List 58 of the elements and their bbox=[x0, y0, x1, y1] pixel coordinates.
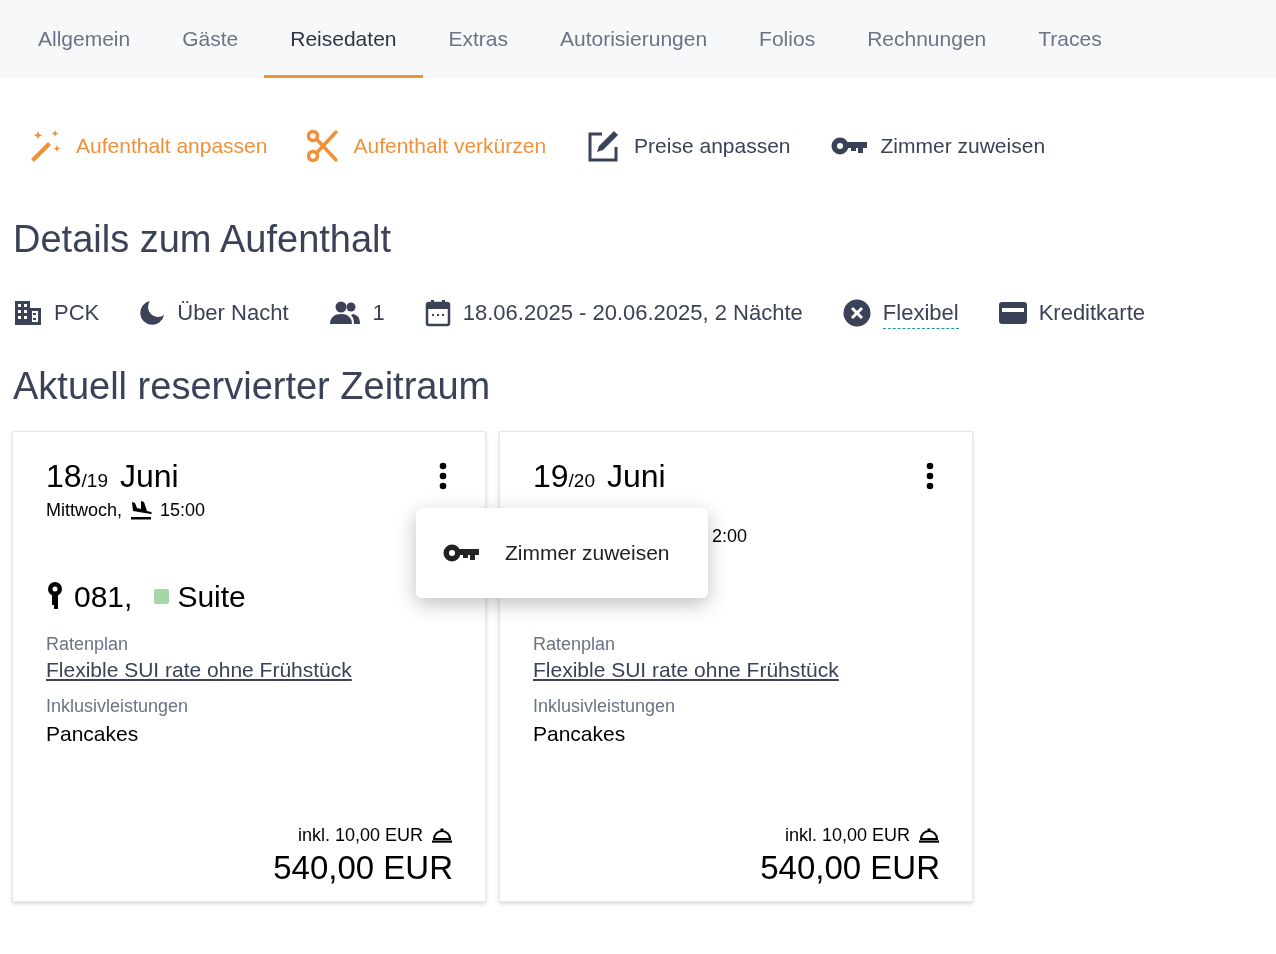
included-amount: inkl. 10,00 EUR bbox=[297, 824, 423, 847]
inclusive-service: Pancakes bbox=[46, 721, 140, 747]
cancel-icon bbox=[842, 299, 871, 327]
rate-plan-link[interactable]: Flexible SUI rate ohne Frühstück bbox=[46, 656, 352, 684]
room-key-icon bbox=[46, 581, 64, 611]
moon-icon bbox=[139, 300, 166, 326]
arrival-time: 15:00 bbox=[160, 498, 206, 522]
weekday-text: Mittwoch, bbox=[46, 498, 123, 522]
room-type: Suite bbox=[177, 578, 246, 615]
tab[interactable]: Autorisierungen bbox=[534, 0, 734, 78]
key-icon bbox=[443, 543, 479, 563]
cloche-icon bbox=[431, 827, 453, 844]
included-amount: inkl. 10,00 EUR bbox=[784, 824, 910, 847]
room-number: 081, bbox=[74, 578, 133, 615]
detail-text: Flexibel bbox=[882, 297, 959, 329]
month-name: Juni bbox=[120, 457, 179, 496]
detail-text: Kreditkarte bbox=[1038, 299, 1146, 327]
next-day-number: /19 bbox=[81, 470, 108, 493]
cloche-icon bbox=[918, 827, 940, 844]
section-heading: Aktuell reservierter Zeitraum bbox=[13, 364, 492, 409]
inclusive-service: Pancakes bbox=[533, 721, 627, 747]
detail-text: 1 bbox=[372, 299, 385, 327]
detail-text: Über Nacht bbox=[177, 299, 289, 327]
scissors-icon bbox=[307, 129, 340, 163]
action-button[interactable]: Preise anpassen bbox=[586, 129, 791, 163]
calendar-icon bbox=[424, 299, 451, 327]
menu-item[interactable]: Zimmer zuweisen bbox=[416, 529, 708, 577]
next-day-number: /20 bbox=[568, 470, 595, 493]
tab[interactable]: Allgemein bbox=[12, 0, 157, 78]
action-button[interactable]: Aufenthalt verkürzen bbox=[307, 129, 547, 163]
key-icon bbox=[830, 136, 867, 156]
arrival-time: 2:00 bbox=[712, 524, 748, 548]
field-label: Inklusivleistungen bbox=[46, 695, 190, 718]
day-number: 18 bbox=[46, 457, 82, 496]
total-price: 540,00 EUR bbox=[760, 849, 940, 887]
field-label: Ratenplan bbox=[46, 633, 130, 656]
people-icon bbox=[328, 301, 361, 325]
building-icon bbox=[14, 300, 42, 326]
tab[interactable]: Traces bbox=[1012, 0, 1128, 78]
field-label: Ratenplan bbox=[533, 633, 617, 656]
tab[interactable]: Reisedaten bbox=[264, 0, 423, 78]
rate-plan-link[interactable]: Flexible SUI rate ohne Frühstück bbox=[533, 656, 839, 684]
credit-card-icon bbox=[998, 302, 1027, 324]
section-heading: Details zum Aufenthalt bbox=[13, 217, 393, 262]
tab[interactable]: Rechnungen bbox=[841, 0, 1013, 78]
detail-text: 18.06.2025 - 20.06.2025, 2 Nächte bbox=[462, 299, 803, 327]
field-label: Inklusivleistungen bbox=[533, 695, 677, 718]
total-price: 540,00 EUR bbox=[273, 849, 453, 887]
arrival-icon bbox=[130, 500, 153, 520]
day-number: 19 bbox=[533, 457, 569, 496]
action-button[interactable]: Zimmer zuweisen bbox=[830, 130, 1046, 162]
edit-icon bbox=[586, 129, 621, 163]
tab[interactable]: Gäste bbox=[156, 0, 265, 78]
month-name: Juni bbox=[607, 457, 666, 496]
tab[interactable]: Extras bbox=[422, 0, 534, 78]
detail-text: PCK bbox=[54, 299, 100, 327]
tab[interactable]: Folios bbox=[733, 0, 842, 78]
action-button[interactable]: Aufenthalt anpassen bbox=[28, 129, 268, 163]
